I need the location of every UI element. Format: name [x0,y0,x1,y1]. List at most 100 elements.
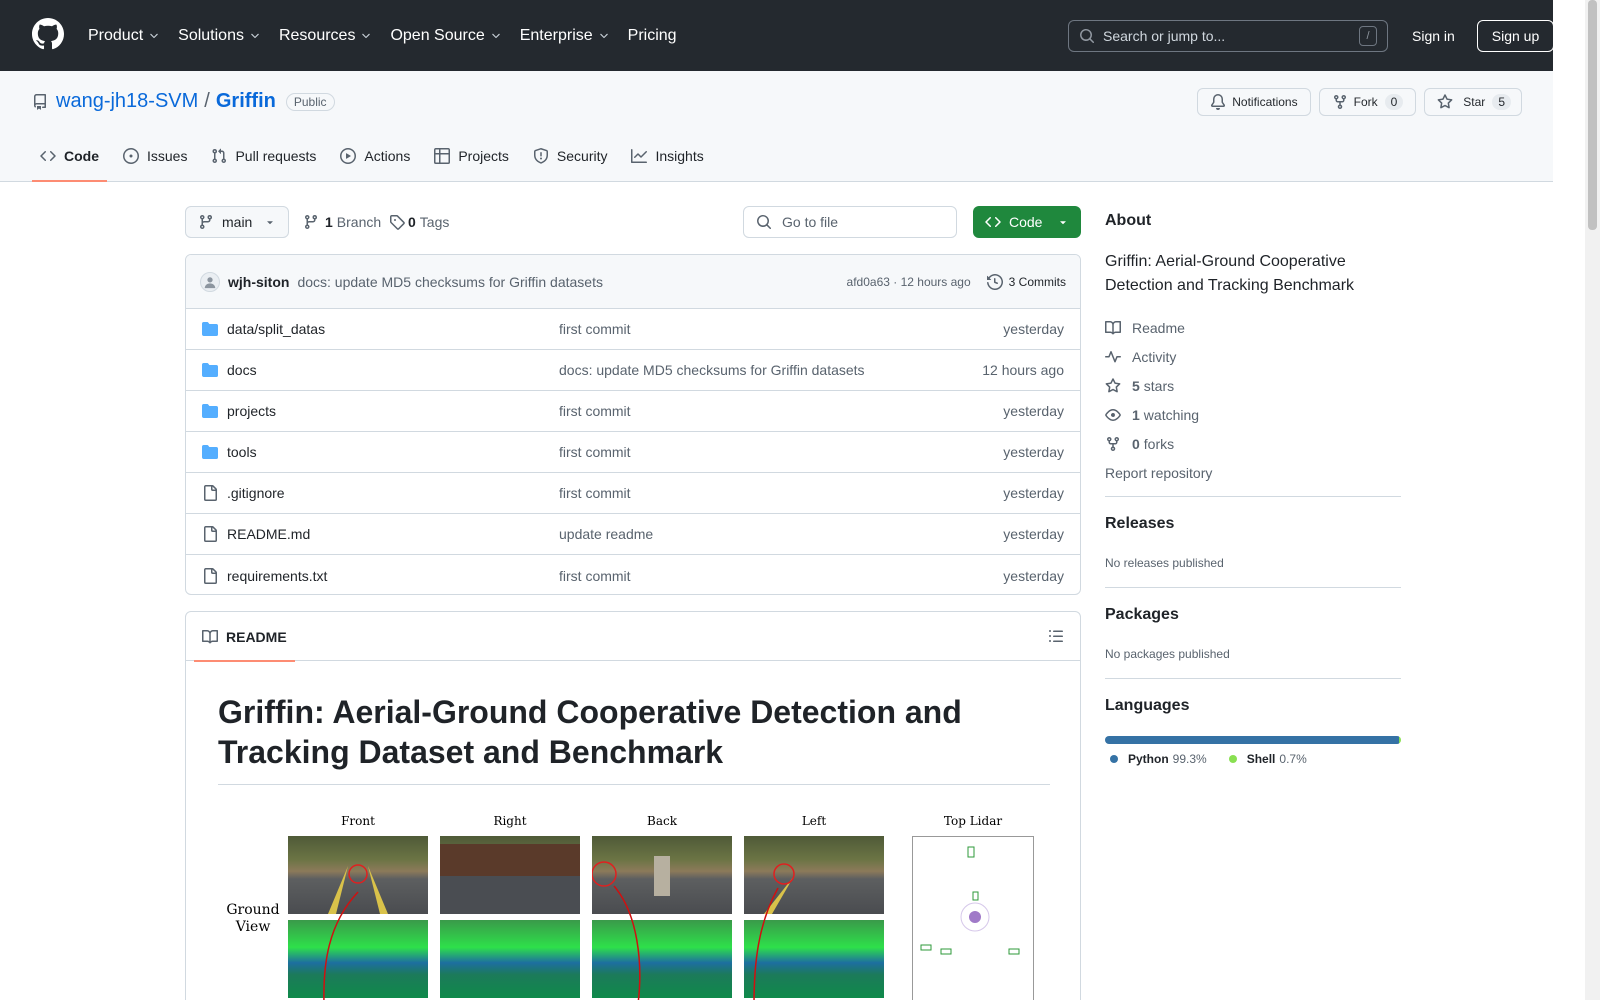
nav-product[interactable]: Product [88,0,160,71]
fork-button[interactable]: Fork 0 [1318,88,1417,116]
tab-projects[interactable]: Projects [426,130,517,182]
notifications-button[interactable]: Notifications [1197,88,1311,116]
fork-count: 0 [1384,94,1404,110]
table-row[interactable]: .gitignore first commit yesterday [186,473,1080,514]
nav-resources[interactable]: Resources [279,0,372,71]
languages-heading: Languages [1105,697,1190,714]
activity-link[interactable]: Activity [1105,342,1212,371]
branches-link[interactable]: 1 Branch [303,206,381,238]
scrollbar-thumb[interactable] [1588,0,1597,230]
nav-enterprise[interactable]: Enterprise [520,0,610,71]
avatar[interactable] [200,271,220,292]
tab-readme[interactable]: README [194,612,295,662]
tab-issues[interactable]: Issues [115,130,195,182]
stars-link[interactable]: 5 stars [1105,371,1212,400]
repo-owner-link[interactable]: wang-jh18-SVM [56,90,198,113]
forks-label: forks [1143,435,1175,452]
nav-solutions[interactable]: Solutions [178,0,261,71]
page-scrollbar[interactable] [1585,0,1600,1000]
language-shell[interactable]: Shell 0.7% [1228,752,1307,766]
code-dropdown-button[interactable]: Code [973,206,1081,238]
commit-author-link[interactable]: wjh-siton [228,274,289,290]
language-dot-icon [1110,755,1118,763]
watchers-count: 1 [1132,406,1140,423]
readme-tabbar: README [186,612,1080,662]
file-commit-date: yesterday [1003,526,1064,542]
report-repository-link[interactable]: Report repository [1105,458,1212,487]
table-row[interactable]: README.md update readme yesterday [186,514,1080,555]
branch-name: main [222,214,253,230]
table-row[interactable]: docs docs: update MD5 checksums for Grif… [186,350,1080,391]
caret-down-icon [1060,221,1066,225]
nav-open-source[interactable]: Open Source [390,0,501,71]
file-commit-message[interactable]: update readme [559,526,1003,542]
folder-icon [202,362,218,378]
tab-pull-requests[interactable]: Pull requests [203,130,324,182]
commit-hash-time[interactable]: afd0a63 · 12 hours ago [847,275,971,289]
play-icon [340,148,357,164]
tab-insights[interactable]: Insights [623,130,711,182]
file-commit-message[interactable]: first commit [559,485,1003,501]
file-commit-message[interactable]: first commit [559,403,1003,419]
sign-up-button[interactable]: Sign up [1477,20,1554,52]
star-icon [1437,94,1453,109]
file-name-link[interactable]: requirements.txt [227,568,559,584]
tab-code[interactable]: Code [32,130,107,182]
packages-heading[interactable]: Packages [1105,606,1179,624]
commits-link[interactable]: 3 Commits [986,273,1066,290]
tab-projects-label: Projects [458,148,509,164]
tab-actions[interactable]: Actions [332,130,418,182]
readme-link-label: Readme [1132,319,1185,336]
sign-in-link[interactable]: Sign in [1412,22,1455,50]
star-icon [1105,377,1121,392]
repo-title: wang-jh18-SVM / Griffin Public [32,90,335,113]
stars-label: stars [1143,377,1175,394]
tab-security[interactable]: Security [525,130,616,182]
file-name-link[interactable]: .gitignore [227,485,559,501]
file-commit-message[interactable]: first commit [559,444,1003,460]
readme-panel: README Griffin: Aerial-Ground Cooperativ… [185,611,1081,1000]
search-placeholder: Search or jump to... [1103,28,1226,44]
repo-name-link[interactable]: Griffin [216,90,276,113]
table-row[interactable]: tools first commit yesterday [186,432,1080,473]
star-button[interactable]: Star 5 [1424,88,1522,116]
forks-count: 0 [1132,435,1140,452]
forks-link[interactable]: 0 forks [1105,429,1212,458]
table-row[interactable]: data/split_datas first commit yesterday [186,309,1080,350]
language-python[interactable]: Python 99.3% [1110,752,1207,766]
file-name-link[interactable]: README.md [227,526,559,542]
folder-icon [202,403,218,419]
global-header: Product Solutions Resources Open Source … [0,0,1554,71]
pulse-icon [1105,350,1121,362]
tab-code-label: Code [64,148,99,164]
stars-count: 5 [1132,377,1140,394]
table-row[interactable]: projects first commit yesterday [186,391,1080,432]
graph-icon [631,149,648,163]
file-name-link[interactable]: projects [227,403,559,419]
nav-pricing-label: Pricing [627,26,677,44]
list-unordered-icon[interactable] [1048,628,1064,644]
branch-selector[interactable]: main [185,206,289,238]
commit-message-link[interactable]: docs: update MD5 checksums for Griffin d… [297,274,846,290]
readme-link[interactable]: Readme [1105,313,1212,342]
file-name-link[interactable]: docs [227,362,559,378]
nav-resources-label: Resources [278,26,356,44]
eye-icon [1105,408,1121,421]
global-search-input[interactable]: Search or jump to... / [1068,20,1388,52]
tags-link[interactable]: 0 Tags [389,206,449,238]
language-dot-icon [1228,755,1237,763]
file-commit-message[interactable]: docs: update MD5 checksums for Griffin d… [559,362,982,378]
go-to-file-input[interactable]: Go to file [743,206,957,238]
nav-pricing[interactable]: Pricing [628,0,677,71]
table-row[interactable]: requirements.txt first commit yesterday [186,555,1080,594]
languages-legend: Python 99.3% Shell 0.7% [1110,752,1329,766]
file-name-link[interactable]: data/split_datas [227,321,559,337]
releases-heading[interactable]: Releases [1105,515,1174,533]
file-commit-message[interactable]: first commit [559,321,1003,337]
language-name: Python [1128,752,1169,766]
annotation-arrows [323,885,779,1000]
file-name-link[interactable]: tools [227,444,559,460]
watchers-link[interactable]: 1 watching [1105,400,1212,429]
file-commit-message[interactable]: first commit [559,568,1003,584]
github-logo-icon[interactable] [32,18,64,50]
